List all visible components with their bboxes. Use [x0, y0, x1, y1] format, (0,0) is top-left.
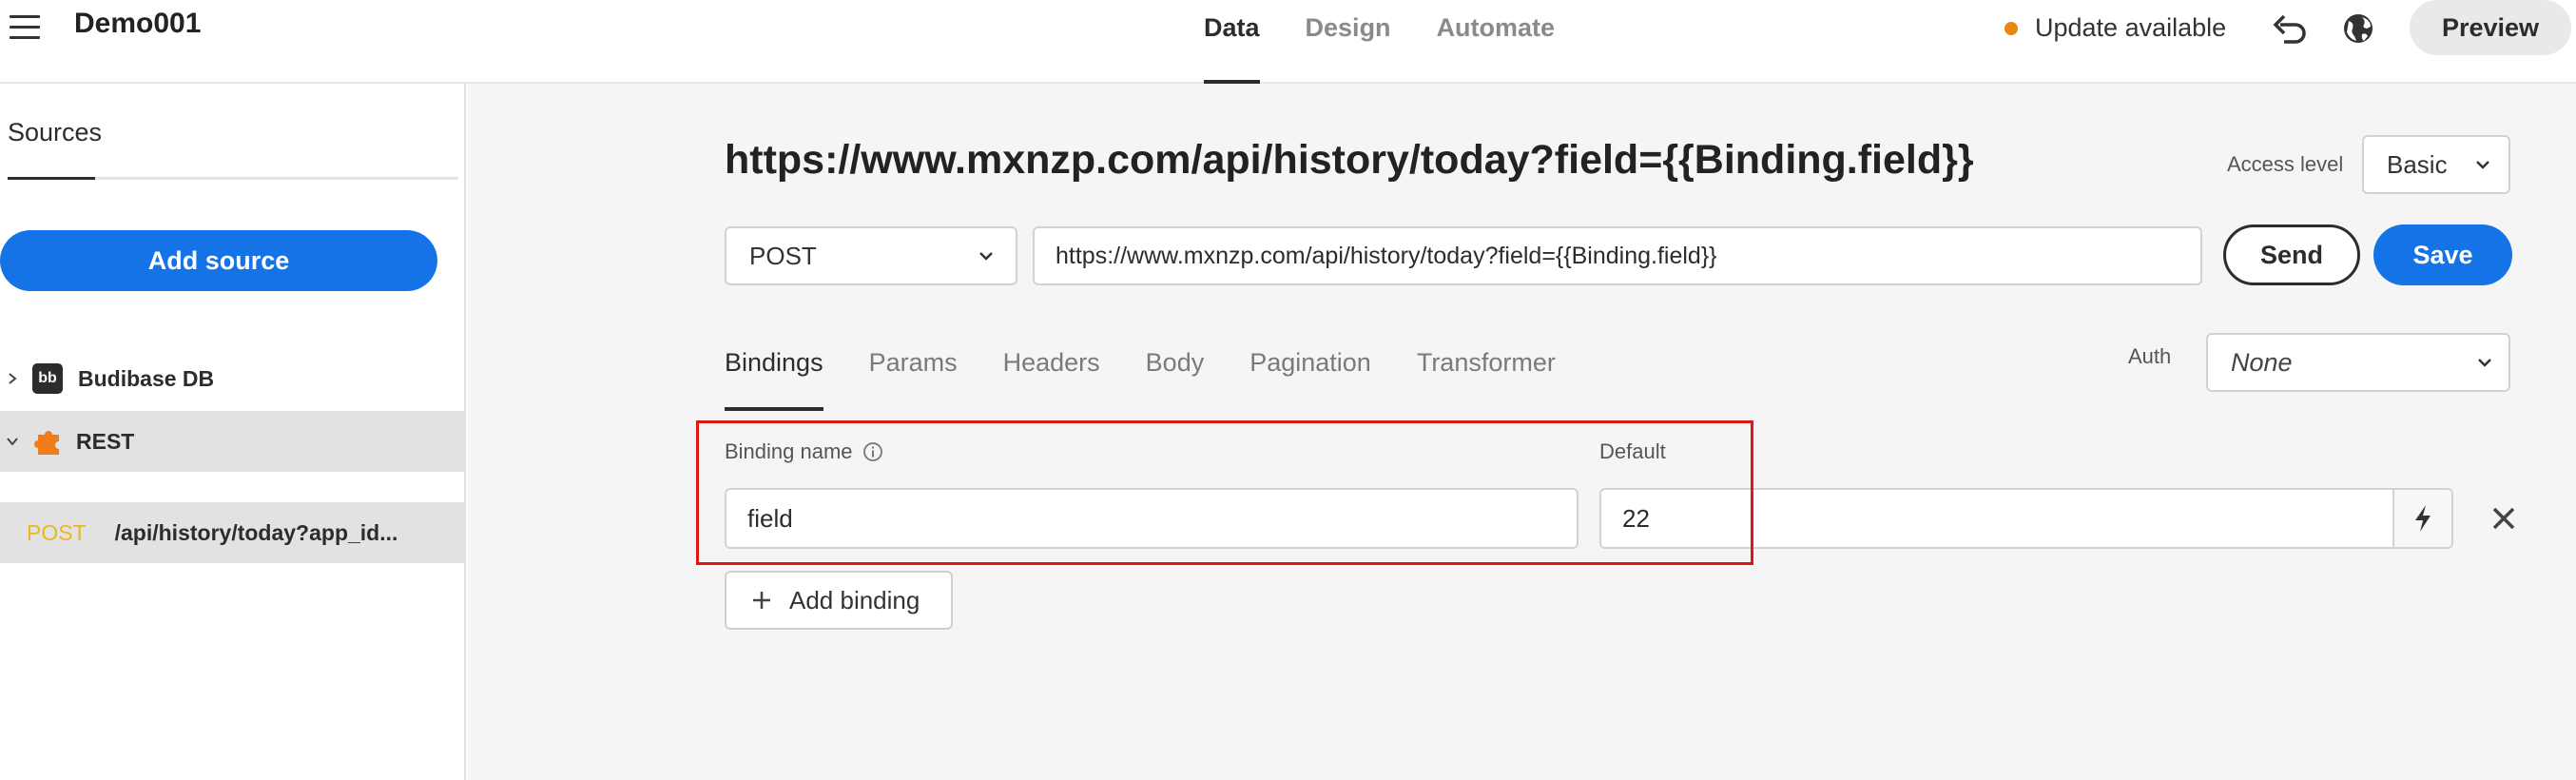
tab-pagination[interactable]: Pagination — [1249, 348, 1371, 411]
http-method-select[interactable]: POST — [725, 226, 1017, 285]
update-label: Update available — [2035, 13, 2227, 42]
sidebar-tab-underline — [8, 177, 458, 180]
query-tabs: Bindings Params Headers Body Pagination … — [725, 348, 1556, 411]
datasource-rest[interactable]: REST — [0, 411, 464, 472]
send-button[interactable]: Send — [2223, 224, 2360, 285]
sidebar: Sources Add source bb Budibase DB REST P… — [0, 84, 466, 780]
preview-button[interactable]: Preview — [2410, 0, 2571, 55]
auth-select[interactable]: None — [2206, 333, 2510, 392]
nav-tab-automate[interactable]: Automate — [1437, 13, 1556, 84]
update-available[interactable]: Update available — [2005, 13, 2226, 43]
page-title: https://www.mxnzp.com/api/history/today?… — [725, 137, 1974, 183]
chevron-down-icon — [2476, 161, 2489, 169]
rest-plugin-icon — [34, 431, 59, 455]
close-icon[interactable] — [2488, 502, 2520, 535]
chevron-right-icon[interactable] — [6, 372, 19, 385]
binding-name-header: Binding name — [725, 439, 883, 464]
sidebar-tab-sources[interactable]: Sources — [8, 118, 102, 147]
binding-drawer-button[interactable] — [2392, 488, 2453, 549]
tab-headers[interactable]: Headers — [1003, 348, 1100, 411]
add-source-button[interactable]: Add source — [0, 230, 437, 291]
datasource-label: REST — [76, 428, 135, 454]
budibase-db-icon: bb — [32, 363, 63, 394]
plus-icon — [753, 592, 770, 609]
lightning-bolt-icon — [2415, 505, 2431, 532]
chevron-down-icon — [2478, 359, 2491, 367]
menu-icon[interactable] — [10, 15, 40, 40]
tab-bindings[interactable]: Bindings — [725, 348, 823, 411]
app-title: Demo001 — [74, 8, 202, 39]
top-bar: Demo001 Data Design Automate Update avai… — [0, 0, 2576, 84]
save-button[interactable]: Save — [2373, 224, 2512, 285]
query-item[interactable]: POST /api/history/today?app_id... — [0, 502, 464, 563]
status-dot-icon — [2005, 21, 2018, 35]
default-header: Default — [1599, 439, 1666, 463]
url-input[interactable]: https://www.mxnzp.com/api/history/today?… — [1033, 226, 2202, 285]
access-level-label: Access level — [2227, 152, 2344, 176]
chevron-down-icon[interactable] — [6, 435, 19, 448]
datasource-label: Budibase DB — [78, 365, 215, 391]
query-editor: https://www.mxnzp.com/api/history/today?… — [468, 84, 2576, 780]
binding-name-header-label: Binding name — [725, 439, 853, 463]
auth-label: Auth — [2128, 344, 2172, 368]
access-level-select[interactable]: Basic — [2362, 135, 2510, 194]
info-icon[interactable] — [862, 441, 883, 462]
nav-tab-design[interactable]: Design — [1306, 13, 1391, 84]
binding-default-input[interactable]: 22 — [1599, 488, 2394, 549]
tab-body[interactable]: Body — [1146, 348, 1205, 411]
add-binding-label: Add binding — [789, 585, 920, 614]
globe-icon[interactable] — [2341, 11, 2375, 46]
query-path: /api/history/today?app_id... — [114, 519, 398, 545]
add-binding-button[interactable]: Add binding — [725, 571, 953, 630]
nav-tab-data[interactable]: Data — [1204, 13, 1260, 84]
query-method-badge: POST — [27, 519, 87, 545]
access-level-value: Basic — [2387, 149, 2448, 179]
chevron-down-icon — [979, 252, 993, 261]
datasource-budibase-db[interactable]: bb Budibase DB — [0, 348, 464, 409]
binding-name-input[interactable]: field — [725, 488, 1579, 549]
http-method-value: POST — [749, 241, 817, 270]
auth-value: None — [2231, 347, 2293, 377]
tab-params[interactable]: Params — [869, 348, 958, 411]
top-nav: Data Design Automate — [1204, 13, 1555, 84]
tab-transformer[interactable]: Transformer — [1417, 348, 1556, 411]
undo-icon[interactable] — [2271, 11, 2309, 46]
